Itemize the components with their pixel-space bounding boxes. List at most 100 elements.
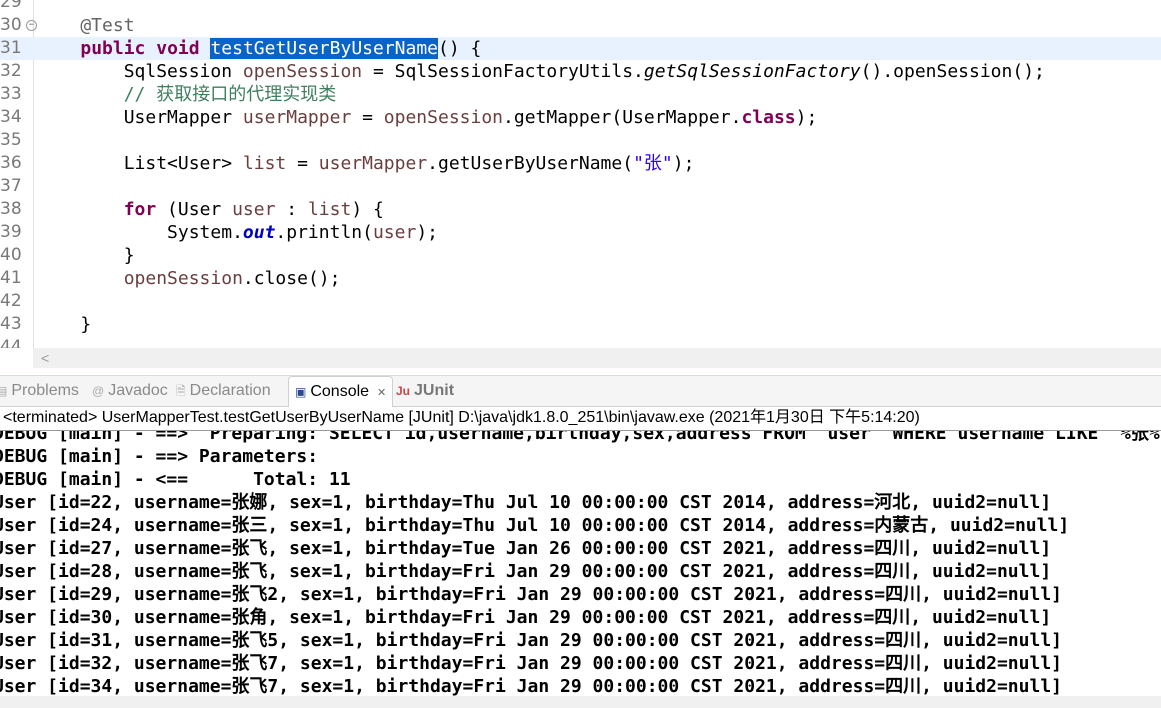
code-text: for (User user : list) {: [37, 198, 384, 221]
line-number: 31: [0, 38, 22, 58]
line-number: 34: [0, 107, 22, 127]
code-line[interactable]: 42: [0, 290, 1161, 313]
code-token: void: [156, 38, 200, 59]
bottom-panel-tabs: ▤ Problems @ Javadoc 🗎 Declaration ▣ Console ✕ Ju…: [0, 375, 1161, 407]
code-token: userMapper: [242, 107, 352, 128]
code-token: () {: [438, 38, 482, 59]
code-token: UserMapper: [37, 107, 243, 128]
code-line[interactable]: 38 for (User user : list) {: [0, 198, 1161, 221]
console-horizontal-scrollbar[interactable]: [0, 696, 1161, 708]
line-number: 33: [0, 84, 22, 104]
code-line[interactable]: 34 UserMapper userMapper = openSession.g…: [0, 106, 1161, 129]
console-line: User [id=29, username=张飞2, sex=1, birthd…: [0, 584, 1062, 605]
code-token: ().openSession();: [860, 61, 1045, 82]
code-line[interactable]: 32 SqlSession openSession = SqlSessionFa…: [0, 60, 1161, 83]
editor-horizontal-scrollbar[interactable]: <: [33, 348, 1161, 368]
code-token: );: [416, 222, 439, 243]
code-token: }: [37, 314, 92, 335]
code-text: @Test: [37, 14, 135, 37]
code-token: for: [123, 199, 157, 220]
scroll-left-arrow-icon[interactable]: <: [41, 350, 49, 366]
code-text: }: [37, 244, 135, 267]
tab-junit[interactable]: Ju JUnit: [396, 376, 454, 406]
code-token: openSession: [242, 61, 363, 82]
close-icon[interactable]: ✕: [377, 387, 386, 399]
code-editor[interactable]: 29 30− @Test 31 public void testGetUserByU…: [0, 0, 1161, 348]
code-line[interactable]: 31 public void testGetUserByUserName() {: [0, 37, 1161, 60]
code-token: ) {: [351, 199, 384, 220]
code-token: SqlSession: [37, 61, 243, 82]
console-icon: ▣: [295, 385, 307, 399]
tab-declaration[interactable]: 🗎 Declaration: [176, 376, 271, 406]
code-line[interactable]: 29: [0, 0, 1161, 14]
code-token: .getMapper(UserMapper.: [503, 107, 742, 128]
tab-label: Declaration: [189, 382, 271, 399]
tab-label: Javadoc: [108, 382, 168, 399]
code-token: =: [286, 153, 319, 174]
javadoc-icon: @: [92, 384, 105, 398]
fold-collapse-icon[interactable]: −: [26, 20, 37, 31]
console-output[interactable]: DEBUG [main] - ==> Preparing: SELECT id,…: [0, 430, 1161, 697]
code-token: @Test: [37, 15, 135, 36]
code-line[interactable]: 37: [0, 175, 1161, 198]
code-text: // 获取接口的代理实现类: [37, 83, 337, 106]
code-token: userMapper: [318, 153, 428, 174]
code-text: List<User> list = userMapper.getUserByUs…: [37, 152, 695, 175]
code-token: user: [232, 199, 276, 220]
code-line[interactable]: 30− @Test: [0, 14, 1161, 37]
tab-problems[interactable]: ▤ Problems: [0, 376, 79, 406]
code-line[interactable]: 43 }: [0, 313, 1161, 336]
code-token: List<User>: [37, 153, 243, 174]
code-line[interactable]: 36 List<User> list = userMapper.getUserB…: [0, 152, 1161, 175]
line-number: 43: [0, 314, 22, 334]
code-line[interactable]: 33 // 获取接口的代理实现类: [0, 83, 1161, 106]
line-number: 36: [0, 153, 22, 173]
console-line: User [id=28, username=张飞, sex=1, birthda…: [0, 561, 1052, 582]
code-text: }: [37, 313, 91, 336]
code-line[interactable]: 44: [0, 336, 1161, 348]
code-token: .println(: [275, 222, 373, 243]
line-number: 42: [0, 291, 22, 311]
line-number: 41: [0, 268, 22, 288]
code-token: getSqlSessionFactory: [643, 61, 861, 82]
code-token: .close();: [242, 268, 341, 289]
code-token: // 获取接口的代理实现类: [37, 84, 337, 105]
code-token: openSession: [123, 268, 243, 289]
code-token: openSession: [383, 107, 504, 128]
console-line: DEBUG [main] - <== Total: 11: [0, 469, 351, 490]
line-number: 35: [0, 130, 22, 150]
selected-text: testGetUserByUserName: [210, 38, 439, 59]
tab-javadoc[interactable]: @ Javadoc: [92, 376, 168, 406]
code-text: System.out.println(user);: [37, 221, 438, 244]
tab-console[interactable]: ▣ Console ✕: [288, 376, 394, 407]
console-line: User [id=32, username=张飞7, sex=1, birthd…: [0, 653, 1062, 674]
code-token: );: [795, 107, 818, 128]
code-token: }: [37, 245, 135, 266]
problems-icon: ▤: [0, 384, 8, 398]
tab-label: Console: [310, 383, 370, 400]
code-token: = SqlSessionFactoryUtils.: [362, 61, 644, 82]
console-status: <terminated> UserMapperTest.testGetUserB…: [3, 409, 920, 426]
code-line[interactable]: 39 System.out.println(user);: [0, 221, 1161, 244]
console-line: User [id=27, username=张飞, sex=1, birthda…: [0, 538, 1052, 559]
declaration-icon: 🗎: [176, 384, 186, 398]
code-line[interactable]: 35: [0, 129, 1161, 152]
code-text: UserMapper userMapper = openSession.getM…: [37, 106, 818, 129]
line-number: 37: [0, 176, 22, 196]
console-line: User [id=31, username=张飞5, sex=1, birthd…: [0, 630, 1062, 651]
code-token: list: [307, 199, 352, 220]
console-line: User [id=24, username=张三, sex=1, birthda…: [0, 515, 1070, 536]
console-line: User [id=30, username=张角, sex=1, birthda…: [0, 607, 1052, 628]
tab-label: JUnit: [414, 382, 455, 399]
code-line[interactable]: 40 }: [0, 244, 1161, 267]
code-text: public void testGetUserByUserName() {: [37, 37, 481, 60]
code-token: :: [275, 199, 308, 220]
line-number: 38: [0, 199, 22, 219]
code-token: user: [372, 222, 417, 243]
code-line[interactable]: 41 openSession.close();: [0, 267, 1161, 290]
code-token: =: [351, 107, 384, 128]
console-line: DEBUG [main] - ==> Parameters:: [0, 446, 329, 467]
